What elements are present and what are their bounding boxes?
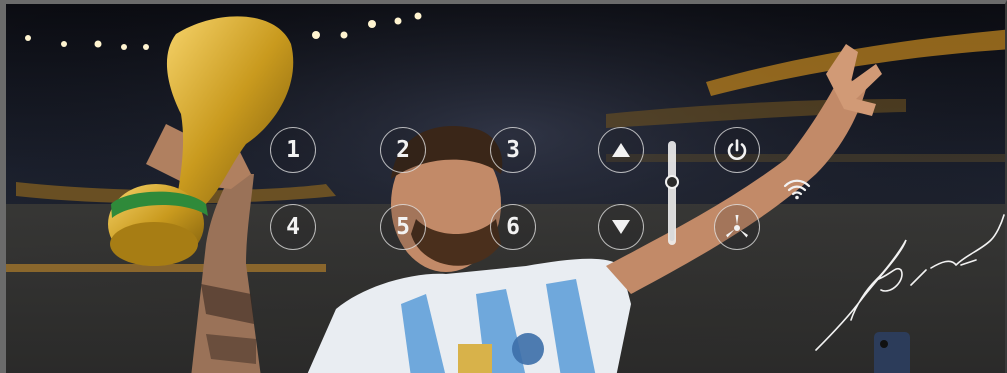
button-5[interactable]: 5	[380, 204, 426, 250]
button-2[interactable]: 2	[380, 127, 426, 173]
button-3[interactable]: 3	[490, 127, 536, 173]
button-6-label: 6	[506, 213, 520, 240]
level-slider[interactable]	[663, 139, 681, 247]
button-3-label: 3	[506, 136, 520, 163]
button-5-label: 5	[396, 213, 410, 240]
button-2-label: 2	[396, 136, 410, 163]
button-1[interactable]: 1	[270, 127, 316, 173]
power-button[interactable]	[714, 127, 760, 173]
fan-icon	[726, 215, 748, 238]
fan-button[interactable]	[714, 204, 760, 250]
arrow-down-button[interactable]	[598, 204, 644, 250]
triangle-up-icon	[612, 143, 630, 157]
app-window: 1 2 3 4 5 6	[0, 0, 1007, 373]
level-slider-thumb[interactable]	[665, 175, 679, 189]
arrow-up-button[interactable]	[598, 127, 644, 173]
button-6[interactable]: 6	[490, 204, 536, 250]
button-1-label: 1	[286, 136, 300, 163]
signature-graphic	[815, 214, 1005, 351]
button-4[interactable]: 4	[270, 204, 316, 250]
power-icon	[727, 139, 747, 160]
wifi-icon	[783, 179, 811, 200]
triangle-down-icon	[612, 220, 630, 234]
button-4-label: 4	[286, 213, 300, 240]
